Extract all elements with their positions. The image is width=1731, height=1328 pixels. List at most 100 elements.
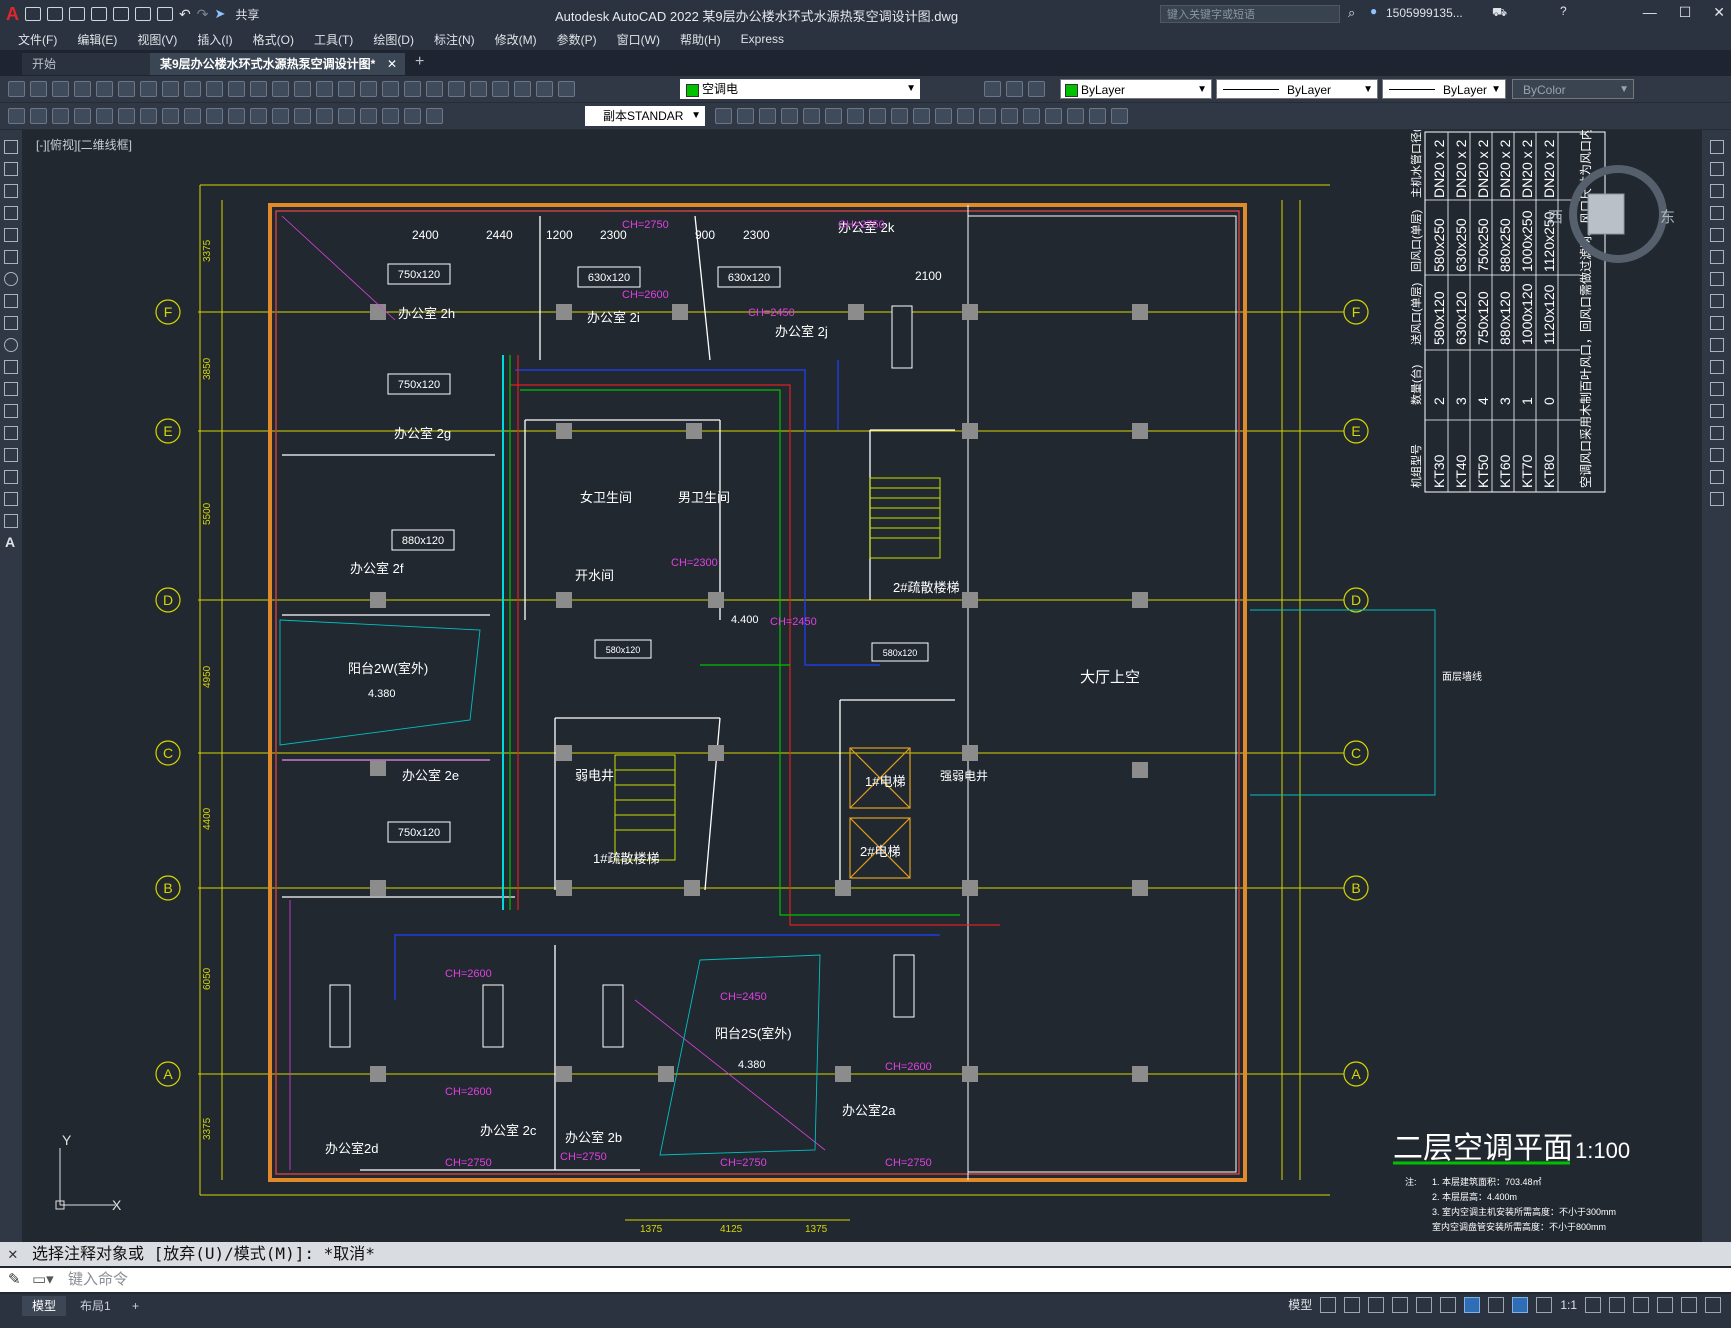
preview-icon[interactable]	[96, 81, 113, 97]
array-icon[interactable]	[803, 108, 820, 124]
redo-icon[interactable]	[294, 81, 311, 97]
tab-drawing[interactable]: 某9层办公楼水环式水源热泵空调设计图* ✕	[150, 53, 405, 75]
menu-window[interactable]: 窗口(W)	[607, 31, 670, 48]
menu-modify[interactable]: 修改(M)	[485, 31, 547, 48]
menu-format[interactable]: 格式(O)	[243, 31, 304, 48]
redo-icon[interactable]: ↷	[197, 6, 209, 23]
publish-icon[interactable]	[118, 81, 135, 97]
diameter-icon[interactable]	[140, 108, 157, 124]
menu-parametric[interactable]: 参数(P)	[547, 31, 607, 48]
viewcube-west-label[interactable]: 西	[1548, 209, 1563, 226]
save-icon[interactable]	[69, 7, 85, 21]
jogged-linear-icon[interactable]	[360, 108, 377, 124]
sheet-set-icon[interactable]	[470, 81, 487, 97]
aligned-dim-icon[interactable]	[30, 108, 47, 124]
search-icon[interactable]: ⌕	[1348, 5, 1355, 21]
3d-print-icon[interactable]	[140, 81, 157, 97]
break-icon[interactable]	[1710, 382, 1724, 396]
menu-draw[interactable]: 绘图(D)	[363, 31, 424, 48]
chamfer-icon[interactable]	[1001, 108, 1018, 124]
auto-scale-icon[interactable]	[1536, 1296, 1553, 1313]
undo-icon[interactable]	[272, 81, 289, 97]
share-button[interactable]: 共享	[235, 6, 259, 23]
clean-screen-icon[interactable]	[1681, 1296, 1697, 1313]
trim-icon[interactable]	[1710, 338, 1724, 352]
zoom-realtime-icon[interactable]	[338, 81, 355, 97]
dim-style-icon[interactable]	[715, 108, 732, 124]
polyline-icon[interactable]	[4, 184, 18, 198]
tolerance-icon[interactable]	[294, 108, 311, 124]
join-icon[interactable]	[979, 108, 996, 124]
save-icon[interactable]	[52, 81, 69, 97]
command-input[interactable]: ✎ ▭▾ 键入命令	[0, 1268, 1731, 1292]
fillet-icon[interactable]	[1023, 108, 1040, 124]
continue-icon[interactable]	[228, 108, 245, 124]
ellipse-icon[interactable]	[4, 338, 18, 352]
scale-icon[interactable]	[1710, 294, 1724, 308]
close-command-icon[interactable]: ✕	[8, 1242, 18, 1266]
object-snap-icon[interactable]	[1464, 1296, 1481, 1313]
move-icon[interactable]	[1710, 250, 1724, 264]
command-prompt-icon[interactable]: ▭▾	[32, 1268, 54, 1292]
erase-icon[interactable]	[1710, 140, 1724, 154]
chamfer-icon[interactable]	[1710, 426, 1724, 440]
copy-icon[interactable]	[184, 81, 201, 97]
space-icon[interactable]	[250, 108, 267, 124]
dim-style-dropdown[interactable]: 副本STANDAR ▼	[585, 106, 705, 126]
layout-tab[interactable]: 布局1	[70, 1296, 121, 1316]
open-icon[interactable]	[47, 7, 63, 21]
units-icon[interactable]	[1633, 1296, 1649, 1313]
object-track-icon[interactable]	[1440, 1296, 1457, 1313]
copy-object-icon[interactable]	[737, 108, 754, 124]
stretch-icon[interactable]	[891, 108, 908, 124]
revision-cloud-icon[interactable]	[4, 294, 18, 308]
center-mark-icon[interactable]	[316, 108, 333, 124]
move-icon[interactable]	[825, 108, 842, 124]
table-icon[interactable]	[4, 514, 18, 528]
quick-dim-icon[interactable]	[184, 108, 201, 124]
arc-icon[interactable]	[4, 250, 18, 264]
markup-icon[interactable]	[492, 81, 509, 97]
layer-states-icon[interactable]	[1028, 81, 1045, 97]
drawing-canvas[interactable]: [-][俯视][二维线框] F E D C B A F E D C B A 33…	[22, 130, 1702, 1242]
maximize-icon[interactable]: ☐	[1679, 4, 1692, 21]
plot-icon[interactable]	[157, 7, 173, 21]
isodraft-icon[interactable]	[1416, 1296, 1433, 1313]
menu-edit[interactable]: 编辑(E)	[67, 31, 127, 48]
insert-block-icon[interactable]	[4, 382, 18, 396]
linetype-dropdown[interactable]: ByLayer ▼	[1216, 79, 1378, 99]
save-web-icon[interactable]	[135, 7, 151, 21]
layer-previous-icon[interactable]	[1006, 81, 1023, 97]
ortho-icon[interactable]	[1368, 1296, 1385, 1313]
viewcube-east-label[interactable]: 东	[1660, 209, 1675, 226]
trim-icon[interactable]	[913, 108, 930, 124]
jogged-icon[interactable]	[118, 108, 135, 124]
break-at-point-icon[interactable]	[957, 108, 974, 124]
close-tab-icon[interactable]: ✕	[387, 53, 397, 75]
mirror-icon[interactable]	[1710, 184, 1724, 198]
menu-dimension[interactable]: 标注(N)	[424, 31, 485, 48]
inspect-icon[interactable]	[338, 108, 355, 124]
break-icon[interactable]	[272, 108, 289, 124]
copy-icon[interactable]	[1710, 162, 1724, 176]
save-as-icon[interactable]	[91, 7, 107, 21]
model-tab[interactable]: 模型	[22, 1296, 67, 1316]
minimize-icon[interactable]: —	[1643, 4, 1657, 21]
undo-icon[interactable]: ↶	[179, 6, 191, 23]
construction-line-icon[interactable]	[4, 162, 18, 176]
dim-update-icon[interactable]	[426, 108, 443, 124]
arc-length-icon[interactable]	[52, 108, 69, 124]
zoom-window-icon[interactable]	[360, 81, 377, 97]
ungroup-icon[interactable]	[1111, 108, 1128, 124]
annotation-scale[interactable]: 1:1	[1560, 1298, 1577, 1312]
app-logo[interactable]: A	[6, 4, 19, 25]
mirror-icon[interactable]	[759, 108, 776, 124]
tab-start[interactable]: 开始	[22, 53, 150, 75]
menu-insert[interactable]: 插入(I)	[187, 31, 242, 48]
cart-icon[interactable]: ⛟	[1492, 5, 1507, 21]
lineweight-dropdown[interactable]: ByLayer ▼	[1382, 79, 1506, 99]
add-layout-button[interactable]: +	[122, 1296, 149, 1316]
region-icon[interactable]	[4, 492, 18, 506]
menu-file[interactable]: 文件(F)	[8, 31, 67, 48]
rotate-icon[interactable]	[847, 108, 864, 124]
